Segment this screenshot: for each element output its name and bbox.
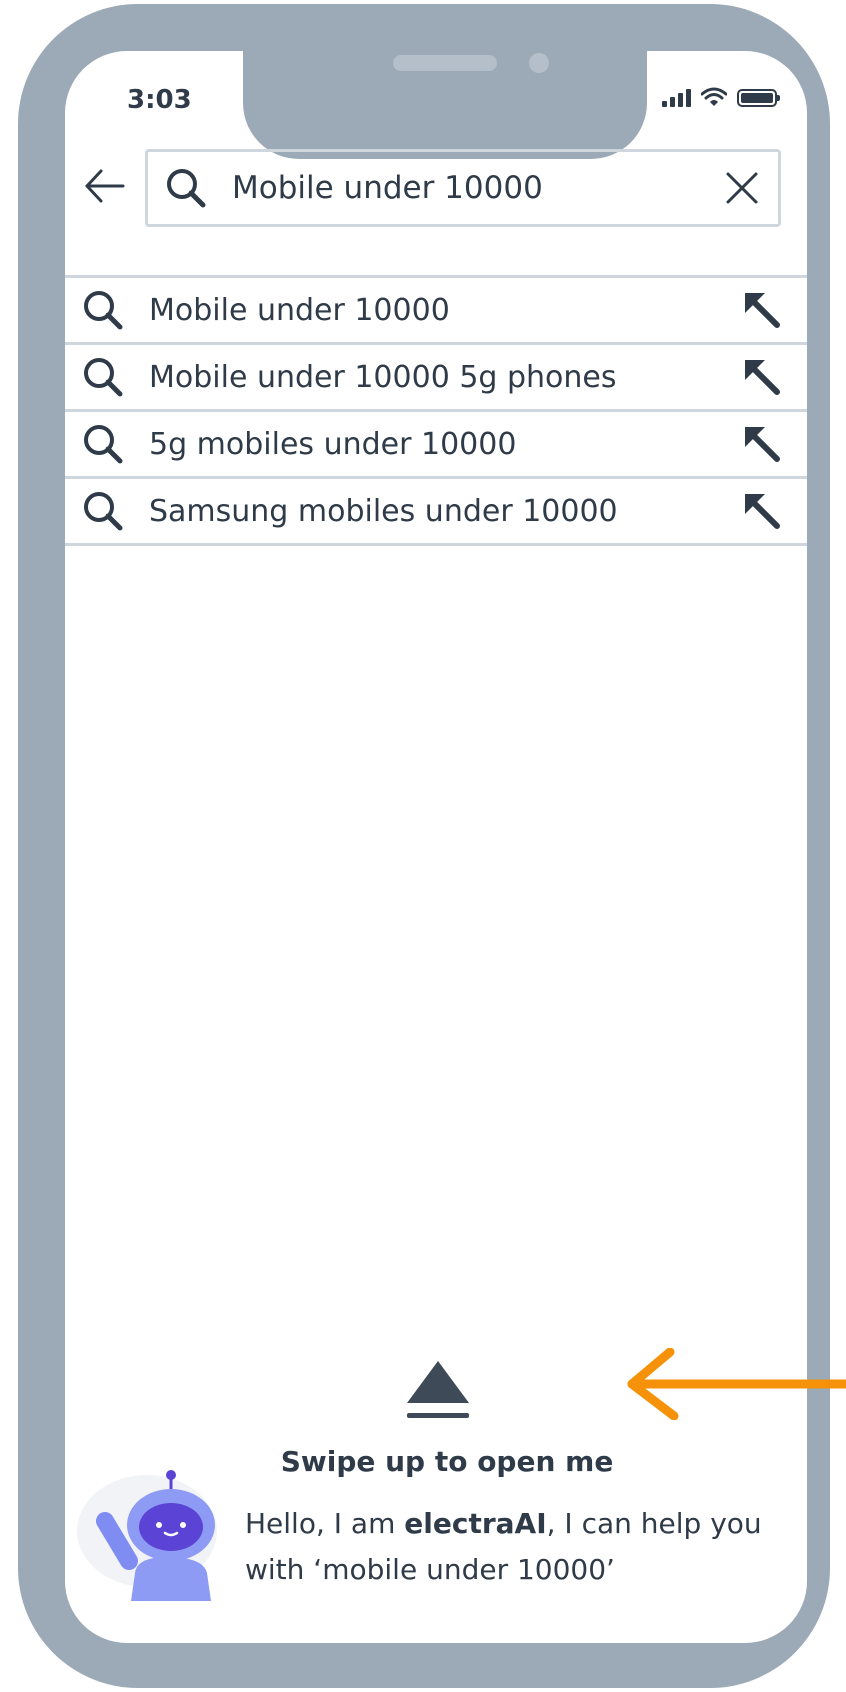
suggestion-label: Mobile under 10000 5g phones bbox=[149, 359, 617, 395]
phone-frame: 3:03 Mobile under 10000 Mobile under 100… bbox=[18, 4, 830, 1688]
suggestion-item[interactable]: Mobile under 10000 5g phones bbox=[65, 345, 807, 412]
search-icon bbox=[167, 169, 206, 208]
suggestion-item[interactable]: 5g mobiles under 10000 bbox=[65, 412, 807, 479]
back-arrow-icon[interactable] bbox=[79, 161, 129, 211]
greeting-line-1: Hello, I am electraAI, I can help you bbox=[245, 1501, 785, 1547]
greeting-prefix: Hello, I am bbox=[245, 1507, 405, 1540]
robot-mascot-icon bbox=[77, 1470, 217, 1601]
suggestion-item[interactable]: Samsung mobiles under 10000 bbox=[65, 479, 807, 546]
phone-notch bbox=[243, 51, 647, 159]
search-icon bbox=[84, 291, 123, 330]
search-icon bbox=[84, 425, 123, 464]
arrow-up-left-icon[interactable] bbox=[741, 356, 783, 398]
orange-arrow-icon bbox=[627, 1348, 846, 1420]
bot-name: electraAI bbox=[404, 1507, 547, 1540]
suggestion-label: Samsung mobiles under 10000 bbox=[149, 493, 618, 529]
search-icon bbox=[84, 492, 123, 531]
search-input[interactable]: Mobile under 10000 bbox=[232, 170, 722, 206]
front-camera bbox=[529, 53, 549, 73]
speaker-grille bbox=[393, 55, 497, 71]
swipe-up-icon[interactable] bbox=[405, 1359, 471, 1421]
search-bar[interactable]: Mobile under 10000 bbox=[145, 149, 781, 227]
arrow-up-left-icon[interactable] bbox=[741, 289, 783, 331]
suggestion-label: 5g mobiles under 10000 bbox=[149, 426, 517, 462]
status-time: 3:03 bbox=[127, 85, 192, 115]
wifi-icon bbox=[701, 87, 727, 106]
clear-icon[interactable] bbox=[722, 168, 762, 208]
arrow-up-left-icon[interactable] bbox=[741, 490, 783, 532]
suggestion-list: Mobile under 10000 Mobile under 10000 5g… bbox=[65, 275, 807, 546]
suggestion-label: Mobile under 10000 bbox=[149, 292, 450, 328]
swipe-label-text: Swipe up to open me bbox=[280, 1445, 614, 1478]
status-icons bbox=[662, 87, 780, 107]
search-icon bbox=[84, 358, 123, 397]
suggestion-item[interactable]: Mobile under 10000 bbox=[65, 278, 807, 345]
greeting-line-2: with ‘mobile under 10000’ bbox=[245, 1553, 615, 1586]
battery-icon bbox=[737, 89, 780, 107]
greeting-suffix: , I can help you bbox=[546, 1507, 762, 1540]
assistant-greeting: Hello, I am electraAI, I can help you wi… bbox=[245, 1501, 785, 1593]
signal-icon bbox=[662, 87, 691, 107]
arrow-up-left-icon[interactable] bbox=[741, 423, 783, 465]
